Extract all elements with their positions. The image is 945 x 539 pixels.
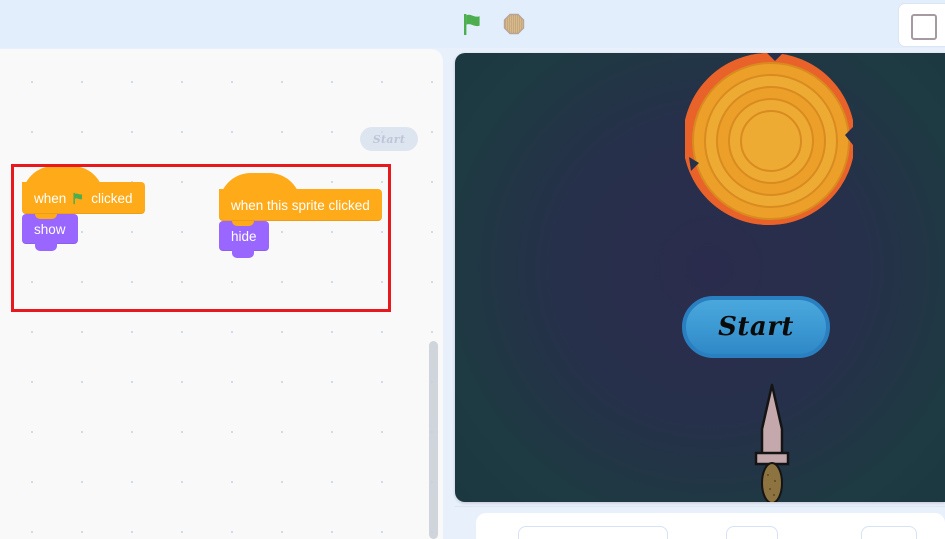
script-when-sprite-clicked[interactable]: when this sprite clicked hide [219,173,382,258]
green-flag-icon [71,191,86,206]
block-label-when-this-sprite-clicked: when this sprite clicked [231,197,370,213]
stop-octagon-icon[interactable] [500,10,528,38]
block-when-this-sprite-clicked[interactable]: when this sprite clicked [219,173,382,221]
target-sprite[interactable] [682,53,855,225]
block-hide[interactable]: hide [219,221,269,258]
code-workspace[interactable]: Start when clicked show when this sprite… [0,49,443,539]
block-show[interactable]: show [22,214,78,251]
code-area-scrollbar[interactable] [429,341,438,539]
block-label-clicked: clicked [91,190,133,206]
block-when-flag-clicked[interactable]: when clicked [22,166,145,214]
sprite-panel [476,513,945,539]
top-bar [0,0,945,48]
scratch-editor: Start when clicked show when this sprite… [0,0,945,539]
block-label-hide: hide [231,228,257,244]
ghost-start-thumbnail: Start [360,127,418,151]
ghost-start-label: Start [372,132,406,146]
stage-panel-divider [455,506,945,507]
stage[interactable]: Start [455,53,945,502]
script-when-flag-clicked[interactable]: when clicked show [22,166,145,251]
sprite-card[interactable] [861,526,917,539]
sprite-card[interactable] [726,526,778,539]
project-controls [458,10,528,38]
block-label-show: show [34,221,66,237]
stage-size-controls [899,4,945,46]
large-stage-icon[interactable] [911,14,937,40]
start-button-sprite[interactable]: Start [682,296,830,358]
green-flag-icon[interactable] [458,10,486,38]
block-label-when: when [34,190,67,206]
start-button-label: Start [718,312,794,342]
dagger-sprite[interactable] [752,383,792,502]
sprite-card[interactable] [518,526,668,539]
